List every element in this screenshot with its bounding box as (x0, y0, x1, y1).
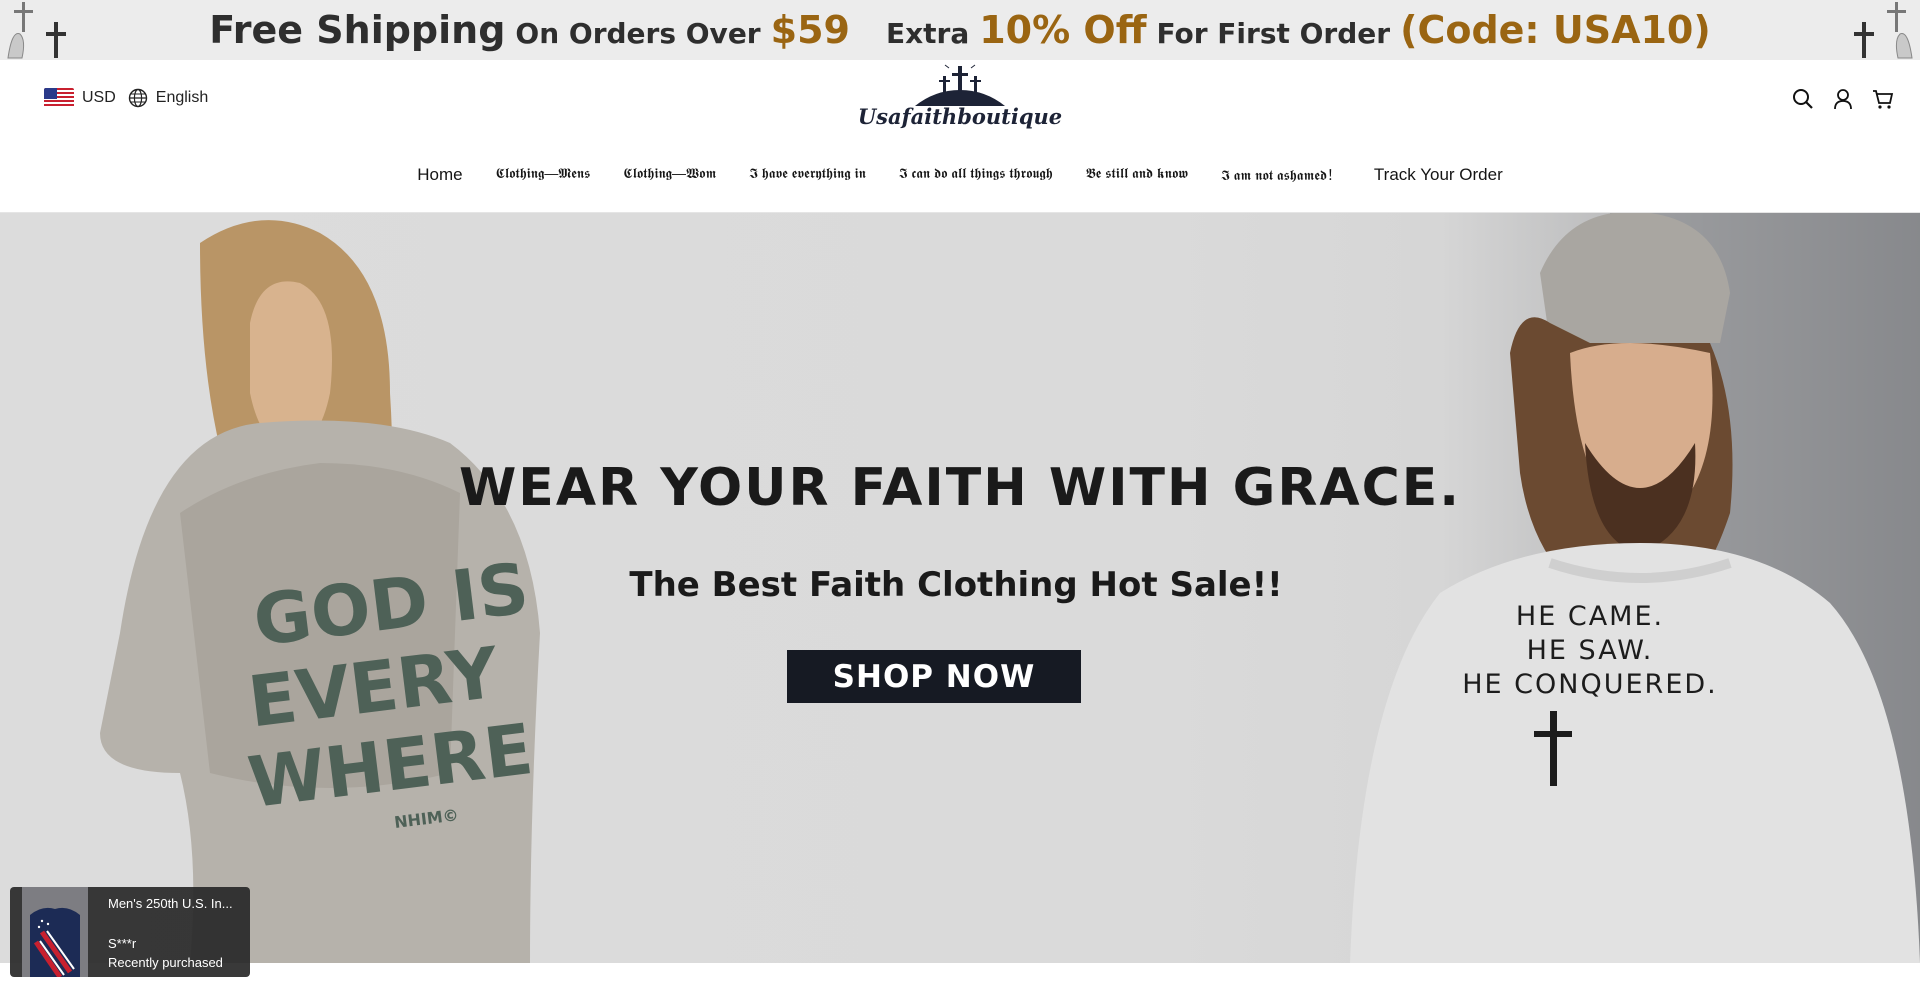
nav-track-order[interactable]: Track Your Order (1374, 165, 1503, 185)
discount-text: 10% Off (979, 8, 1147, 52)
brand-name: Usafaithboutique (857, 104, 1063, 129)
currency-selector[interactable]: USD (44, 88, 116, 108)
orders-over-text: On Orders Over (515, 17, 761, 50)
praying-hands-cross-icon (7, 2, 66, 59)
purchase-info: Men's 250th U.S. In... S***r Recently pu… (88, 887, 250, 977)
announcement-bar: Free Shipping On Orders Over $59 Extra 1… (0, 0, 1920, 60)
header-actions (1792, 88, 1894, 110)
globe-icon (128, 88, 147, 108)
account-icon[interactable] (1832, 88, 1854, 110)
promo-code: (Code: USA10) (1400, 8, 1711, 52)
shirt-line-2: HE SAW. (1527, 635, 1654, 666)
purchased-product-name: Men's 250th U.S. In... (108, 896, 233, 911)
shop-now-button[interactable]: SHOP NOW (787, 650, 1081, 703)
currency-label: USD (82, 89, 116, 106)
hero-banner: GOD IS EVERY WHERE NHIM© HE CAME. HE SAW… (0, 213, 1920, 963)
product-thumbnail (22, 887, 88, 977)
praying-hands-cross-icon (1854, 2, 1913, 59)
recent-purchase-popup[interactable]: Men's 250th U.S. In... S***r Recently pu… (10, 887, 250, 977)
shipping-threshold: $59 (770, 8, 850, 52)
language-selector[interactable]: English (128, 88, 208, 108)
free-shipping-text: Free Shipping (209, 8, 506, 52)
us-flag-icon (44, 88, 74, 108)
nav-not-ashamed[interactable]: 𝕴 𝖆𝖒 𝖓𝖔𝖙 𝖆𝖘𝖍𝖆𝖒𝖊𝖉！ (1221, 165, 1341, 185)
site-logo[interactable]: Usafaithboutique (858, 64, 1062, 136)
hero-title: WEAR YOUR FAITH WITH GRACE. (458, 458, 1462, 518)
hero-subtitle: The Best Faith Clothing Hot Sale!! (629, 565, 1283, 605)
buyer-name: S***r (108, 935, 137, 951)
first-order-text: For First Order (1156, 17, 1391, 50)
shirt-line-3: HE CONQUERED. (1462, 669, 1718, 700)
search-icon[interactable] (1792, 88, 1814, 110)
nav-i-have-everything[interactable]: 𝕴 𝖍𝖆𝖛𝖊 𝖊𝖛𝖊𝖗𝖞𝖙𝖍𝖎𝖓𝖌 𝖎𝖓 (749, 165, 866, 185)
main-nav: Home 𝕮𝖑𝖔𝖙𝖍𝖎𝖓𝖌—𝕸𝖊𝖓𝖘 𝕮𝖑𝖔𝖙𝖍𝖎𝖓𝖌—𝖂𝖔𝖒 𝕴 𝖍𝖆𝖛𝖊 𝖊… (0, 165, 1920, 185)
locale-switcher: USD English (44, 88, 208, 108)
nav-be-still[interactable]: 𝕭𝖊 𝖘𝖙𝖎𝖑𝖑 𝖆𝖓𝖉 𝖐𝖓𝖔𝖜 (1086, 165, 1188, 185)
purchase-status: Recently purchased (108, 955, 223, 970)
extra-text: Extra (885, 17, 970, 50)
cart-icon[interactable] (1872, 88, 1894, 110)
nav-clothing-mens[interactable]: 𝕮𝖑𝖔𝖙𝖍𝖎𝖓𝖌—𝕸𝖊𝖓𝖘 (496, 165, 591, 185)
shirt-line-1: HE CAME. (1516, 601, 1664, 632)
language-label: English (155, 89, 209, 106)
site-header: USD English Usafaithboutique Home 𝕮𝖑𝖔𝖙𝖍𝖎… (0, 60, 1920, 213)
nav-home[interactable]: Home (417, 165, 462, 185)
nav-i-can-do-all-things[interactable]: 𝕴 𝖈𝖆𝖓 𝖉𝖔 𝖆𝖑𝖑 𝖙𝖍𝖎𝖓𝖌𝖘 𝖙𝖍𝖗𝖔𝖚𝖌𝖍 (899, 165, 1053, 185)
nav-clothing-womens[interactable]: 𝕮𝖑𝖔𝖙𝖍𝖎𝖓𝖌—𝖂𝖔𝖒 (623, 165, 716, 185)
